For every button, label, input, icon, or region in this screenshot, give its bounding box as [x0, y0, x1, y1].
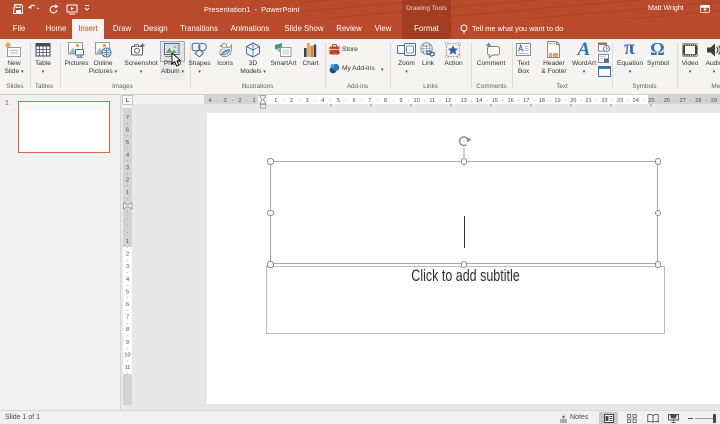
svg-text:2: 2: [126, 252, 129, 258]
svg-text:·: ·: [127, 171, 129, 177]
svg-text:·: ·: [127, 245, 129, 251]
svg-text:·: ·: [127, 216, 129, 222]
svg-text:7: 7: [126, 315, 129, 321]
svg-text:11: 11: [125, 365, 131, 371]
svg-text:1: 1: [126, 190, 129, 196]
svg-text:·: ·: [127, 159, 129, 165]
svg-text:5: 5: [126, 289, 129, 295]
svg-text:·: ·: [127, 346, 129, 352]
svg-text:3: 3: [126, 264, 129, 270]
svg-text:·: ·: [127, 230, 129, 236]
svg-text:7: 7: [126, 115, 129, 121]
svg-text:·: ·: [127, 371, 129, 377]
svg-text:·: ·: [127, 296, 129, 302]
svg-text:·: ·: [127, 283, 129, 289]
svg-text:·: ·: [127, 209, 129, 215]
svg-text:1: 1: [126, 239, 129, 245]
svg-text:·: ·: [127, 184, 129, 190]
svg-text:·: ·: [127, 134, 129, 140]
svg-text:·: ·: [127, 196, 129, 202]
svg-text:·: ·: [127, 321, 129, 327]
svg-text:·: ·: [127, 146, 129, 152]
svg-text:4: 4: [126, 153, 129, 159]
svg-text:2: 2: [126, 178, 129, 184]
svg-text:3: 3: [126, 165, 129, 171]
svg-text:·: ·: [127, 333, 129, 339]
svg-text:·: ·: [127, 121, 129, 127]
svg-text:6: 6: [126, 302, 129, 308]
svg-text:5: 5: [126, 140, 129, 146]
svg-text:·: ·: [127, 359, 129, 365]
svg-text:·: ·: [127, 308, 129, 314]
svg-text:·: ·: [127, 270, 129, 276]
svg-text:6: 6: [126, 128, 129, 134]
svg-text:4: 4: [126, 277, 129, 283]
svg-text:10: 10: [124, 352, 130, 358]
svg-text:8: 8: [126, 327, 129, 333]
svg-text:9: 9: [126, 340, 129, 346]
svg-text:·: ·: [127, 258, 129, 264]
svg-text:·: ·: [127, 223, 129, 229]
